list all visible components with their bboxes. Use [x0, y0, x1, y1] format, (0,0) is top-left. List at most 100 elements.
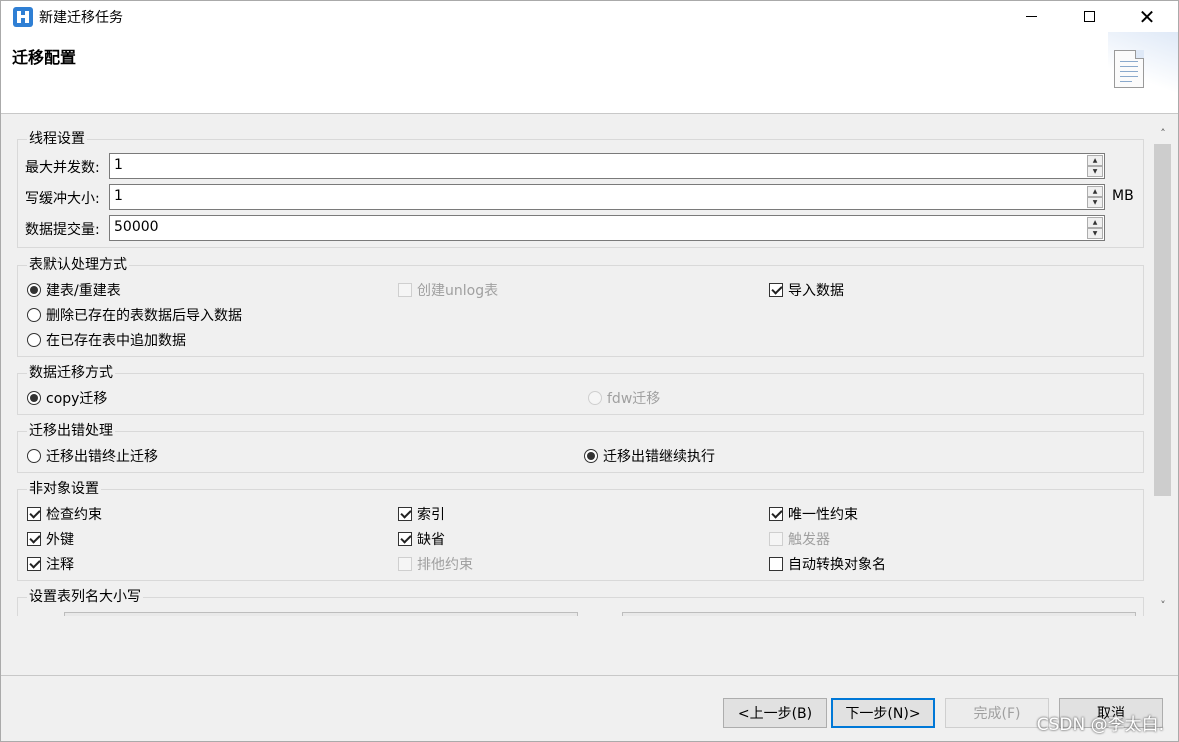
- maximize-icon: [1083, 11, 1095, 22]
- document-icon: [1114, 50, 1144, 88]
- close-button[interactable]: ✕: [1118, 1, 1176, 32]
- index-label: 索引: [417, 507, 445, 523]
- error-handling-group: 迁移出错处理: [17, 420, 1144, 473]
- spin-down-icon[interactable]: ▼: [1087, 197, 1103, 208]
- table-default-title: 表默认处理方式: [27, 254, 129, 274]
- radio-icon: [27, 449, 41, 463]
- write-buffer-spinner[interactable]: 1 ▲ ▼: [109, 184, 1105, 210]
- unique-constraint-label: 唯一性约束: [788, 507, 858, 523]
- write-buffer-value: 1: [114, 188, 123, 204]
- column-case-select[interactable]: [622, 612, 1136, 616]
- watermark-text: CSDN @李太白.: [1036, 715, 1164, 735]
- unique-constraint-checkbox[interactable]: 唯一性约束: [769, 504, 858, 524]
- create-table-radio[interactable]: 建表/重建表: [27, 280, 121, 300]
- title-bar: 新建迁移任务 ✕: [1, 1, 1178, 32]
- write-buffer-label: 写缓冲大小:: [25, 191, 100, 207]
- trigger-label: 触发器: [788, 532, 830, 548]
- vertical-scrollbar[interactable]: ˄ ˅: [1152, 120, 1174, 616]
- create-unlog-label: 创建unlog表: [417, 283, 499, 299]
- checkbox-icon: [398, 283, 412, 297]
- wizard-banner: [1108, 32, 1178, 102]
- checkbox-checked-icon: [769, 507, 783, 521]
- scrollbar-thumb[interactable]: [1154, 144, 1171, 496]
- continue-on-error-label: 迁移出错继续执行: [603, 449, 715, 465]
- radio-icon: [588, 391, 602, 405]
- next-button[interactable]: 下一步(N)>: [831, 698, 935, 728]
- thread-settings-title: 线程设置: [27, 128, 87, 148]
- continue-on-error-radio[interactable]: 迁移出错继续执行: [584, 446, 715, 466]
- trigger-checkbox: 触发器: [769, 529, 830, 549]
- commit-size-value: 50000: [114, 219, 159, 235]
- truncate-import-label: 删除已存在的表数据后导入数据: [46, 308, 242, 324]
- radio-selected-icon: [584, 449, 598, 463]
- radio-selected-icon: [27, 283, 41, 297]
- create-table-label: 建表/重建表: [46, 283, 121, 299]
- default-checkbox[interactable]: 缺省: [398, 529, 445, 549]
- radio-icon: [27, 308, 41, 322]
- wizard-footer: <上一步(B) 下一步(N)> 完成(F) 取消: [1, 675, 1178, 741]
- finish-button: 完成(F): [945, 698, 1049, 728]
- spin-up-icon[interactable]: ▲: [1087, 186, 1103, 197]
- back-button[interactable]: <上一步(B): [723, 698, 827, 728]
- radio-selected-icon: [27, 391, 41, 405]
- close-icon: ✕: [1138, 4, 1156, 29]
- default-label: 缺省: [417, 532, 445, 548]
- app-icon: [13, 7, 33, 27]
- append-data-label: 在已存在表中追加数据: [46, 333, 186, 349]
- foreign-key-label: 外键: [46, 532, 74, 548]
- commit-size-spinner[interactable]: 50000 ▲ ▼: [109, 215, 1105, 241]
- table-case-select[interactable]: [64, 612, 578, 616]
- copy-migration-label: copy迁移: [46, 391, 108, 407]
- non-object-title: 非对象设置: [27, 478, 101, 498]
- error-handling-title: 迁移出错处理: [27, 420, 115, 440]
- window-title: 新建迁移任务: [39, 10, 123, 26]
- checkbox-checked-icon: [398, 532, 412, 546]
- checkbox-icon: [398, 557, 412, 571]
- minimize-icon: [1025, 16, 1037, 17]
- migration-method-title: 数据迁移方式: [27, 362, 115, 382]
- settings-scroll-area[interactable]: 线程设置 最大并发数: 1 ▲ ▼ 写缓冲大小: 1 ▲ ▼ MB 数据提交量: 5…: [7, 120, 1174, 616]
- checkbox-checked-icon: [769, 283, 783, 297]
- spin-up-icon[interactable]: ▲: [1087, 155, 1103, 166]
- maximize-button[interactable]: [1060, 1, 1118, 32]
- auto-convert-name-checkbox[interactable]: 自动转换对象名: [769, 554, 886, 574]
- check-constraint-label: 检查约束: [46, 507, 102, 523]
- minimize-button[interactable]: [1002, 1, 1060, 32]
- import-data-label: 导入数据: [788, 283, 844, 299]
- checkbox-icon: [769, 557, 783, 571]
- foreign-key-checkbox[interactable]: 外键: [27, 529, 74, 549]
- max-concurrency-value: 1: [114, 157, 123, 173]
- scroll-up-icon[interactable]: ˄: [1152, 122, 1174, 144]
- write-buffer-unit: MB: [1112, 188, 1134, 204]
- spin-down-icon[interactable]: ▼: [1087, 166, 1103, 177]
- non-object-group: 非对象设置: [17, 478, 1144, 581]
- max-concurrency-label: 最大并发数:: [25, 160, 100, 176]
- exclusion-constraint-label: 排他约束: [417, 557, 473, 573]
- append-data-radio[interactable]: 在已存在表中追加数据: [27, 330, 186, 350]
- comment-checkbox[interactable]: 注释: [27, 554, 74, 574]
- case-settings-title: 设置表列名大小写: [27, 586, 143, 606]
- scroll-down-icon[interactable]: ˅: [1152, 594, 1174, 616]
- migration-method-group: 数据迁移方式: [17, 362, 1144, 415]
- auto-convert-name-label: 自动转换对象名: [788, 557, 886, 573]
- max-concurrency-spinner[interactable]: 1 ▲ ▼: [109, 153, 1105, 179]
- truncate-import-radio[interactable]: 删除已存在的表数据后导入数据: [27, 305, 242, 325]
- checkbox-checked-icon: [27, 507, 41, 521]
- commit-size-label: 数据提交量:: [25, 222, 100, 238]
- radio-icon: [27, 333, 41, 347]
- checkbox-checked-icon: [27, 557, 41, 571]
- checkbox-icon: [769, 532, 783, 546]
- copy-migration-radio[interactable]: copy迁移: [27, 388, 107, 408]
- comment-label: 注释: [46, 557, 74, 573]
- spin-down-icon[interactable]: ▼: [1087, 228, 1103, 239]
- spin-up-icon[interactable]: ▲: [1087, 217, 1103, 228]
- index-checkbox[interactable]: 索引: [398, 504, 445, 524]
- check-constraint-checkbox[interactable]: 检查约束: [27, 504, 102, 524]
- checkbox-checked-icon: [27, 532, 41, 546]
- import-data-checkbox[interactable]: 导入数据: [769, 280, 844, 300]
- stop-on-error-radio[interactable]: 迁移出错终止迁移: [27, 446, 158, 466]
- checkbox-checked-icon: [398, 507, 412, 521]
- stop-on-error-label: 迁移出错终止迁移: [46, 449, 158, 465]
- page-title: 迁移配置: [12, 48, 77, 67]
- fdw-migration-radio: fdw迁移: [588, 388, 660, 408]
